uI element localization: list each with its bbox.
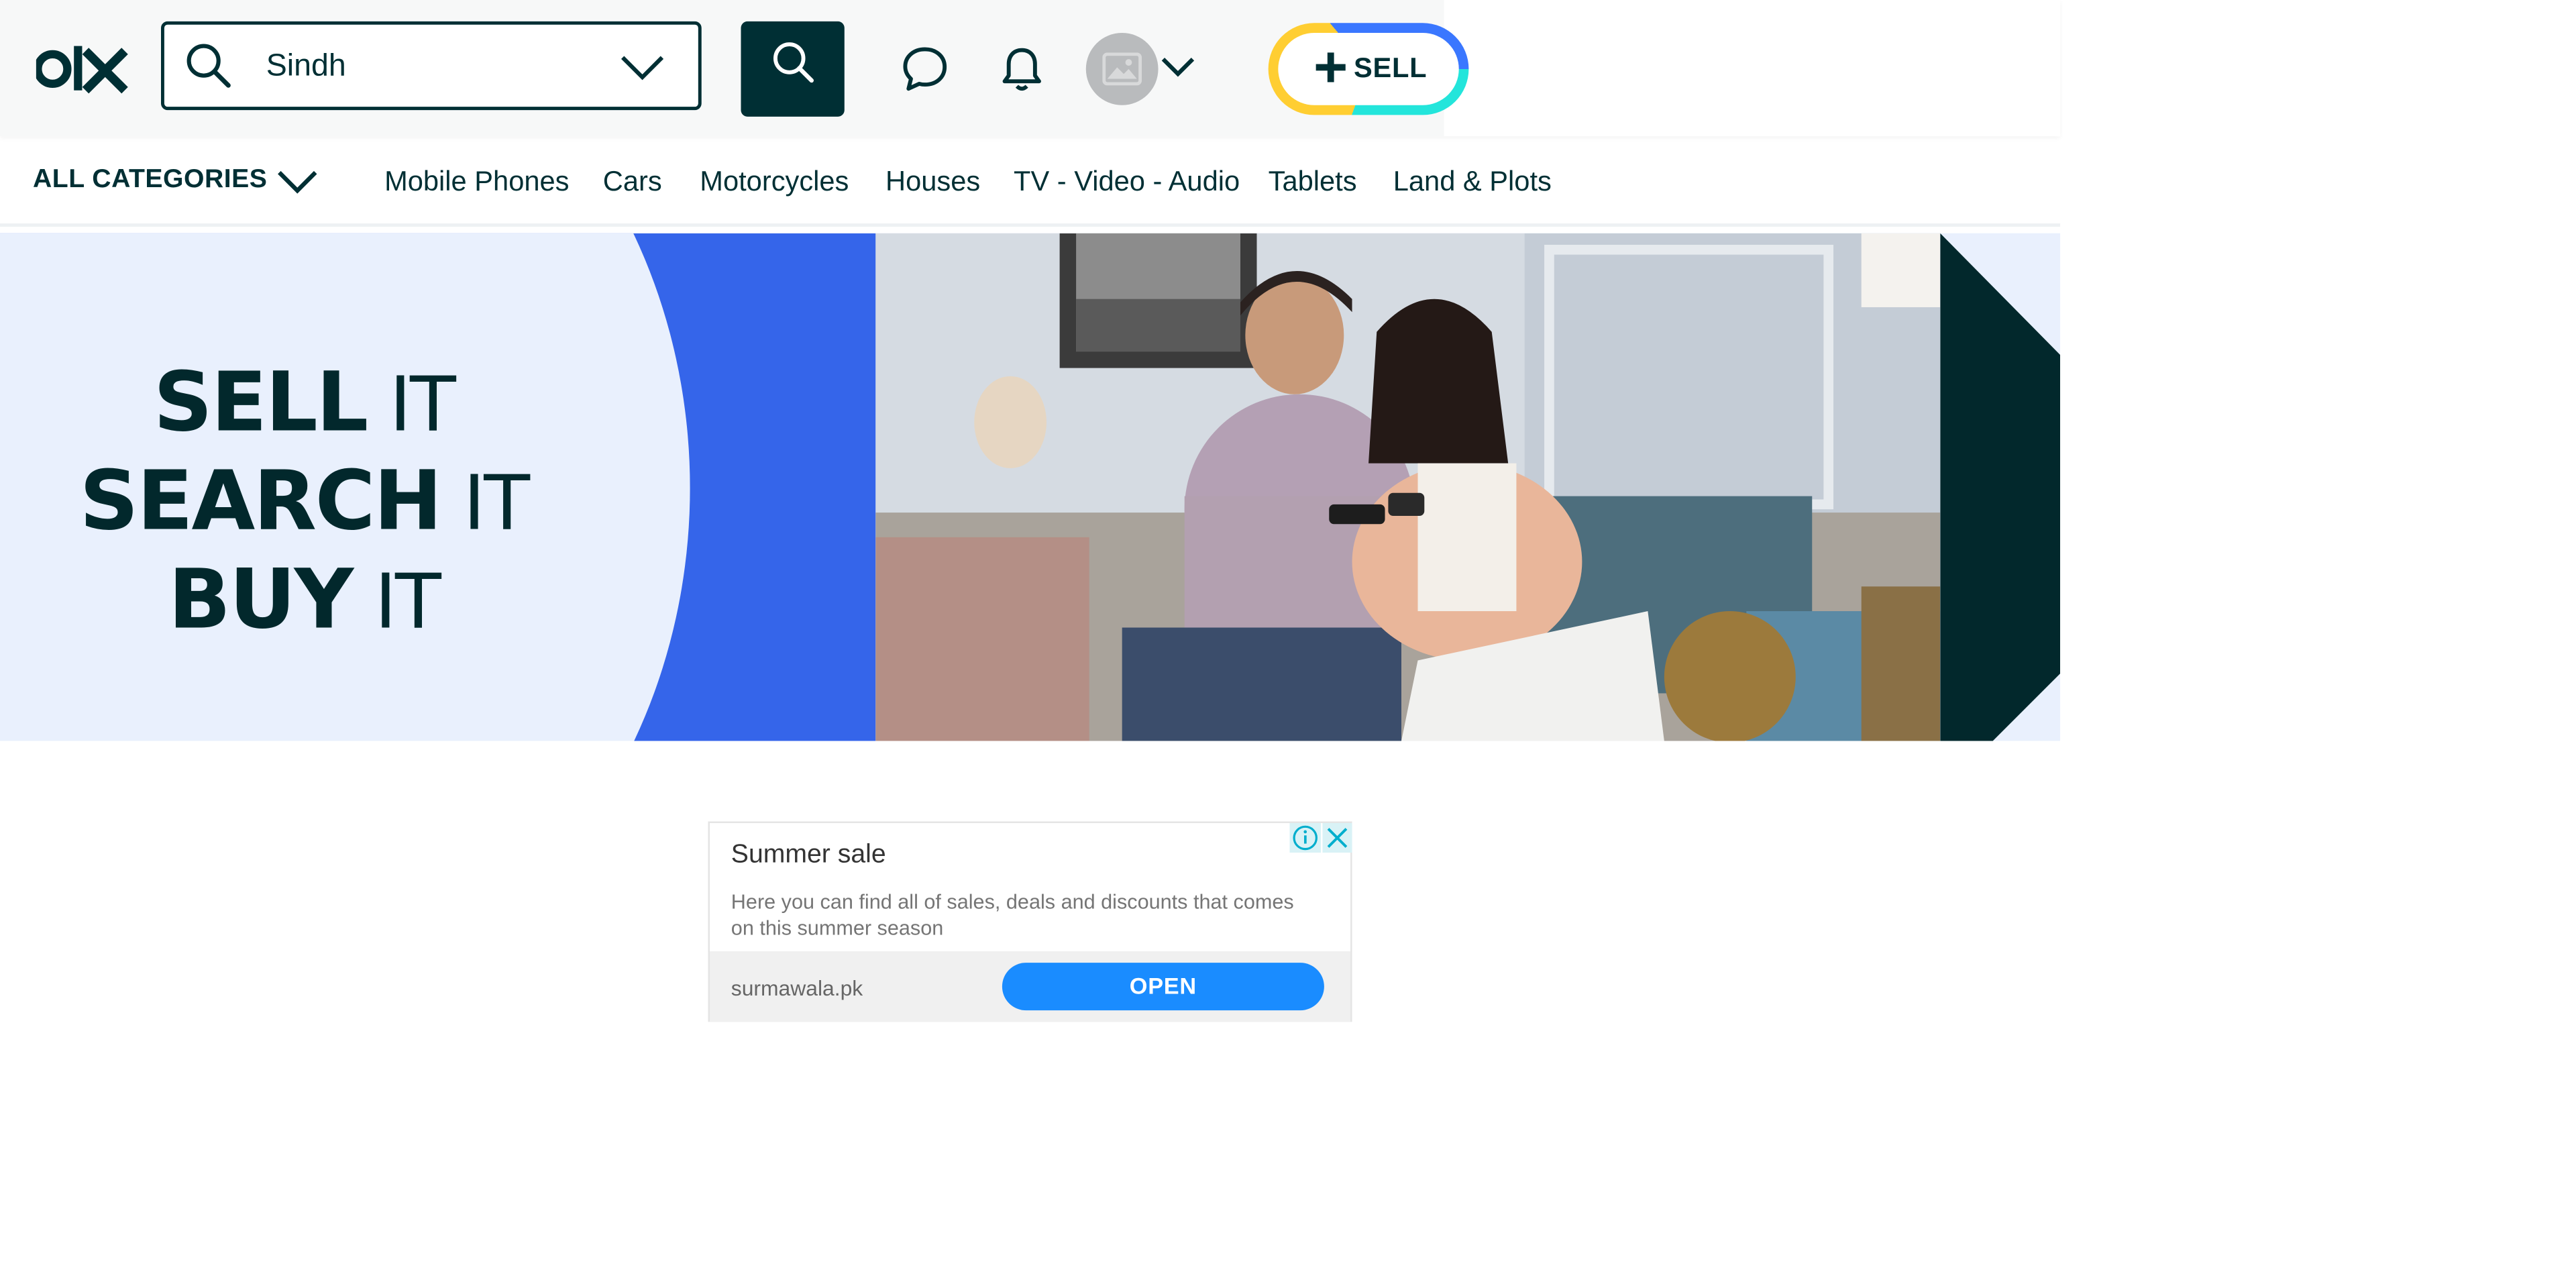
hero-line3-thin: IT: [352, 557, 441, 646]
category-motorcycles[interactable]: Motorcycles: [700, 166, 849, 199]
hero-line2-thin: IT: [441, 458, 530, 547]
category-land-plots[interactable]: Land & Plots: [1393, 166, 1552, 199]
hero-line1-bold: SELL: [153, 354, 369, 451]
olx-logo[interactable]: [36, 41, 128, 97]
hero-photo: [875, 233, 1941, 741]
hero-line2-bold: SEARCH: [79, 453, 443, 549]
plus-icon: [1316, 52, 1346, 83]
hero-line3-bold: BUY: [168, 551, 354, 647]
category-tablets[interactable]: Tablets: [1269, 166, 1357, 199]
category-mobile-phones[interactable]: Mobile Phones: [384, 166, 569, 199]
hero-banner[interactable]: SELL IT SEARCH IT BUY IT: [0, 233, 2061, 741]
ad-title[interactable]: Summer sale: [731, 841, 886, 871]
sell-button-inner: SELL: [1278, 32, 1459, 105]
category-cars[interactable]: Cars: [603, 166, 662, 199]
top-header: SELL: [0, 0, 2061, 137]
location-search[interactable]: [161, 21, 702, 111]
hero-right-accent: [1940, 233, 2061, 741]
chevron-down-icon[interactable]: [619, 51, 665, 84]
user-avatar[interactable]: [1085, 32, 1159, 105]
chevron-down-icon[interactable]: [276, 168, 319, 197]
category-houses[interactable]: Houses: [885, 166, 980, 199]
chat-icon[interactable]: [900, 44, 949, 93]
hero-left-panel: SELL IT SEARCH IT BUY IT: [0, 233, 876, 741]
all-categories-button[interactable]: ALL CATEGORIES: [33, 166, 267, 195]
advertisement[interactable]: Summer sale Here you can find all of sal…: [708, 821, 1352, 1022]
sell-button[interactable]: SELL: [1268, 23, 1469, 115]
notification-bell-icon[interactable]: [998, 44, 1046, 93]
category-nav: ALL CATEGORIES Mobile Phones Cars Motorc…: [0, 148, 2061, 227]
ad-domain[interactable]: surmawala.pk: [731, 976, 863, 1001]
ad-description: Here you can find all of sales, deals an…: [731, 890, 1294, 940]
ad-info-icon[interactable]: [1289, 822, 1321, 853]
search-icon: [773, 42, 814, 83]
image-placeholder-icon: [1102, 52, 1142, 86]
hero-line1-thin: IT: [366, 360, 456, 449]
location-input[interactable]: [262, 41, 598, 94]
search-button[interactable]: [741, 21, 845, 117]
ad-open-button[interactable]: OPEN: [1002, 963, 1324, 1011]
ad-footer: surmawala.pk OPEN: [709, 951, 1351, 1022]
search-icon: [186, 44, 231, 88]
chevron-down-icon[interactable]: [1160, 56, 1196, 78]
category-tv-video-audio[interactable]: TV - Video - Audio: [1014, 166, 1240, 199]
hero-slogan: SELL IT SEARCH IT BUY IT: [0, 355, 608, 651]
sell-label: SELL: [1353, 52, 1428, 84]
close-icon[interactable]: [1322, 822, 1352, 853]
